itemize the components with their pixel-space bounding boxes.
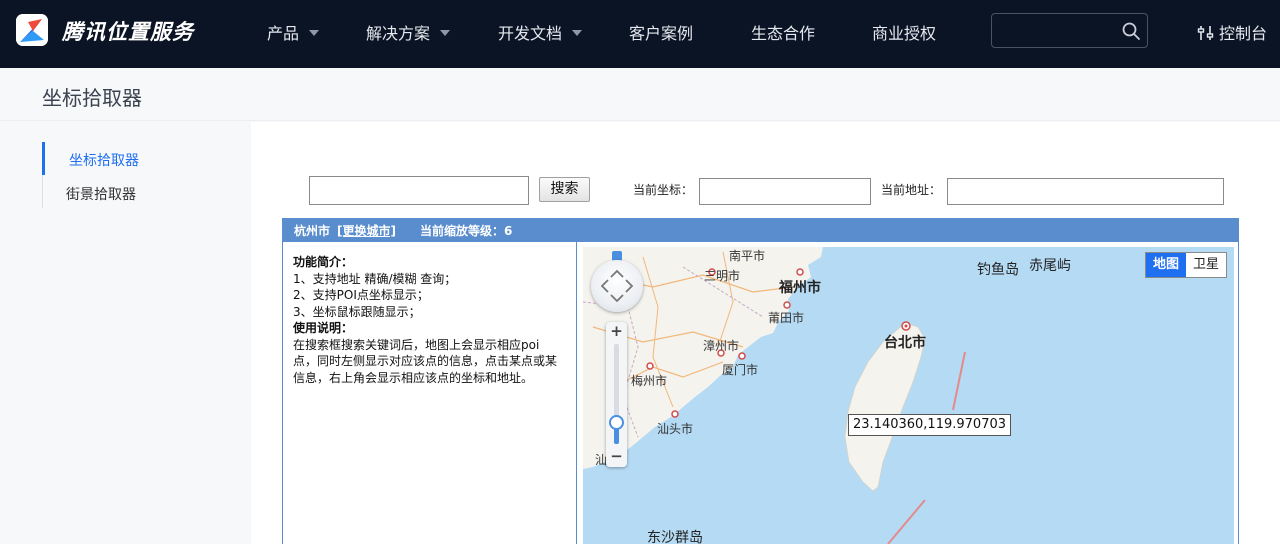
map-label-putian: 莆田市 — [768, 311, 805, 325]
nav-item-docs[interactable]: 开发文档 — [498, 20, 583, 44]
sidebar-active-indicator — [42, 142, 45, 175]
sidebar: 坐标拾取器 街景拾取器 — [0, 122, 251, 544]
intro-line: 1、支持地址 精确/模糊 查询； — [293, 271, 457, 286]
nav-item-solutions[interactable]: 解决方案 — [366, 20, 451, 44]
current-city: 杭州市 — [294, 224, 331, 238]
map-label-taipei: 台北市 — [884, 335, 926, 351]
address-label: 当前地址： — [881, 183, 942, 197]
cursor-coord-tooltip: 23.140360,119.970703 — [848, 414, 1012, 436]
pan-arrows-icon — [600, 269, 634, 303]
console-link[interactable]: 控制台 — [1197, 20, 1267, 44]
change-city-link[interactable]: [更换城市] — [337, 222, 396, 239]
brand-name[interactable]: 腾讯位置服务 — [62, 16, 194, 46]
zoom-slider-thumb[interactable] — [609, 415, 624, 430]
search-button[interactable]: 搜索 — [539, 177, 590, 202]
map-label-shantou: 汕头市 — [657, 422, 694, 436]
map-label-diaoyu: 钓鱼岛 — [977, 262, 1019, 278]
info-panel: 功能简介： 1、支持地址 精确/模糊 查询； 2、支持POI点坐标显示； 3、坐… — [283, 242, 577, 544]
sliders-icon — [1197, 26, 1214, 40]
nav-search-input[interactable] — [991, 13, 1148, 48]
map-label-sanming: 三明市 — [704, 269, 741, 283]
top-nav: 腾讯位置服务 产品 解决方案 开发文档 客户案例 生态合作 商业授权 控制台 — [0, 0, 1280, 68]
intro-line: 3、坐标鼠标跟随显示； — [293, 304, 421, 319]
map-base — [583, 247, 1234, 544]
coord-label: 当前坐标： — [633, 183, 694, 197]
nav-item-license[interactable]: 商业授权 — [872, 20, 936, 44]
map-type-switch: 地图 卫星 — [1145, 252, 1227, 278]
usage-text: 在搜索框搜索关键词后，地图上会显示相应poi点，同时左侧显示对应该点的信息，点击… — [293, 337, 558, 385]
sidebar-item-streetview-picker[interactable]: 街景拾取器 — [66, 184, 136, 204]
city-bar: 杭州市 [更换城市] 当前缩放等级：6 — [282, 218, 1239, 242]
zoom-control: + − — [606, 322, 627, 467]
main-content: 搜索 当前坐标： 当前地址： 杭州市 [更换城市] 当前缩放等级：6 功能简介：… — [251, 122, 1280, 544]
map-label-chiwei: 赤尾屿 — [1029, 258, 1071, 274]
nav-item-ecosystem[interactable]: 生态合作 — [751, 20, 815, 44]
map-type-normal-button[interactable]: 地图 — [1146, 253, 1186, 277]
tencent-map-logo-icon[interactable] — [16, 14, 48, 46]
poi-search-input[interactable] — [309, 176, 529, 205]
zoom-in-button[interactable]: + — [606, 322, 627, 340]
address-field[interactable] — [947, 178, 1224, 205]
intro-title: 功能简介： — [293, 255, 354, 269]
map-label-fuzhou: 福州市 — [779, 280, 821, 296]
usage-title: 使用说明： — [293, 321, 354, 335]
chevron-down-icon — [572, 29, 583, 36]
page-title: 坐标拾取器 — [42, 86, 142, 110]
map-label-meizhou: 梅州市 — [631, 374, 668, 388]
zoom-out-button[interactable]: − — [606, 447, 627, 465]
map-label-dongsha: 东沙群岛 — [647, 530, 703, 544]
nav-item-products[interactable]: 产品 — [267, 20, 320, 44]
chevron-down-icon — [440, 29, 451, 36]
page-header: 坐标拾取器 — [0, 68, 1280, 121]
pan-control[interactable] — [591, 260, 643, 312]
map-label-nanping: 南平市 — [729, 249, 766, 263]
map-canvas[interactable]: 南平市 三明市 福州市 莆田市 漳州市 厦门市 梅州市 汕头市 汕 台北市 钓鱼… — [583, 247, 1234, 544]
map-label-xiamen: 厦门市 — [722, 363, 759, 377]
chevron-down-icon — [309, 29, 320, 36]
map-type-satellite-button[interactable]: 卫星 — [1186, 253, 1226, 277]
map-label-zhangzhou: 漳州市 — [703, 339, 740, 353]
search-icon[interactable] — [1121, 21, 1141, 41]
nav-item-cases[interactable]: 客户案例 — [629, 20, 693, 44]
intro-line: 2、支持POI点坐标显示； — [293, 288, 429, 302]
coord-field[interactable] — [699, 178, 871, 205]
zoom-level-text: 当前缩放等级：6 — [420, 224, 513, 238]
sidebar-item-coord-picker[interactable]: 坐标拾取器 — [69, 150, 139, 170]
